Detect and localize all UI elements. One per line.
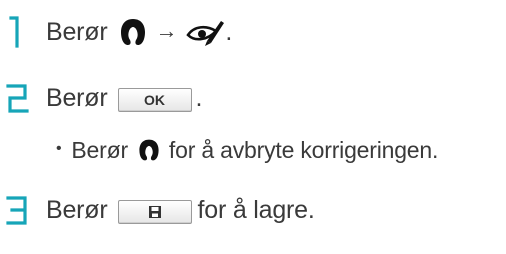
save-button[interactable] [117,200,192,224]
step-2-end: . [195,83,203,112]
step-3-verb: Berør [46,195,108,224]
step-number-2 [6,84,29,113]
magnet-handle-icon[interactable] [137,137,161,163]
step-2-verb: Berør [46,83,108,112]
ok-button[interactable]: OK [117,88,192,112]
note-after: for å avbryte korrigeringen. [168,136,439,163]
note-before: Berør [71,136,128,163]
step-3-after: for å lagre. [197,195,315,224]
eye-pen-icon[interactable] [185,17,225,47]
step-1-arrow: → [155,18,178,43]
bullet-marker: • [56,140,62,157]
step-1-end: . [225,17,233,46]
step-1-verb: Berør [46,17,108,46]
save-icon [148,206,161,218]
magnet-handle-icon[interactable] [118,17,148,47]
step-2-note: • Berør for å avbryte korrigeringen. [56,130,438,170]
step-number-1 [9,16,19,48]
step-number-3 [6,196,27,225]
